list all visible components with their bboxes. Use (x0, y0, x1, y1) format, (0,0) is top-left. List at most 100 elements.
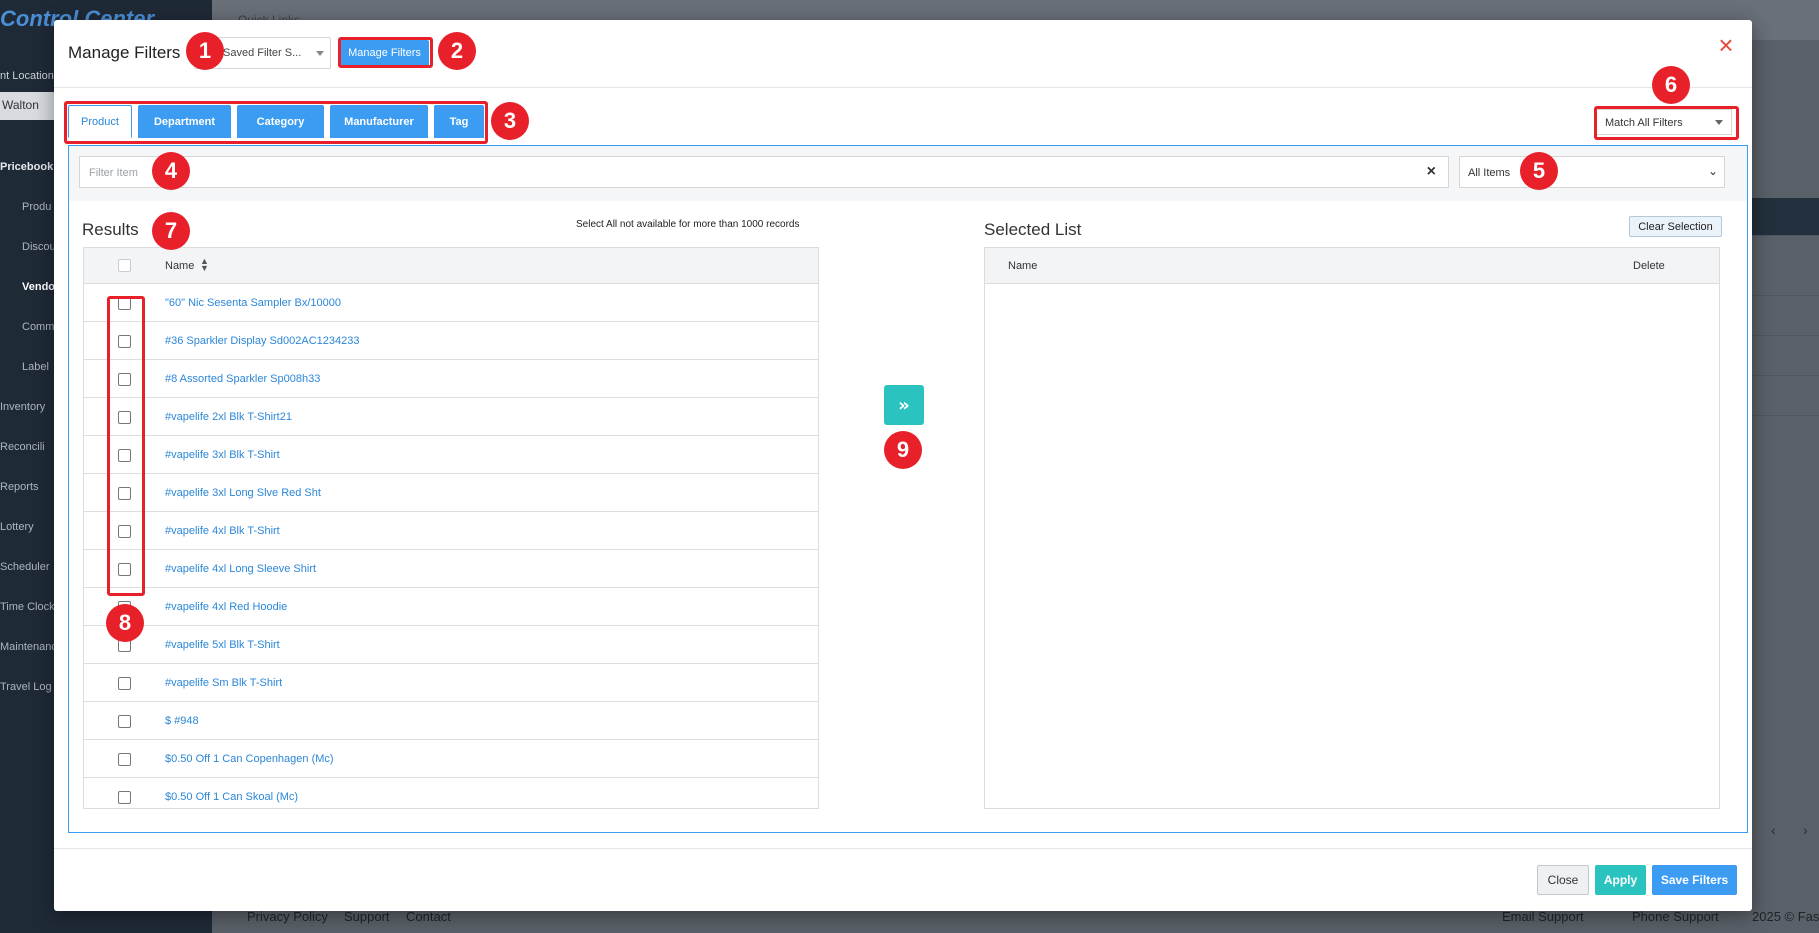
nav-reconciliation[interactable]: Reconcili (0, 441, 45, 453)
select-all-checkbox[interactable] (118, 259, 131, 272)
row-checkbox[interactable] (118, 753, 131, 766)
row-name-link[interactable]: #vapelife 4xl Long Sleeve Shirt (165, 563, 316, 575)
results-note: Select All not available for more than 1… (576, 219, 800, 230)
tab-category[interactable]: Category (237, 105, 324, 138)
modal-footer: Close Apply Save Filters (54, 848, 1752, 911)
modal-header: Manage Filters Saved Filter S... Manage … (54, 20, 1752, 88)
table-row: $0.50 Off 1 Can Copenhagen (Mc) (84, 740, 818, 778)
table-row: #vapelife 4xl Red Hoodie (84, 588, 818, 626)
table-row: #vapelife Sm Blk T-Shirt (84, 664, 818, 702)
row-checkbox[interactable] (118, 487, 131, 500)
row-name-link[interactable]: $ #948 (165, 715, 199, 727)
table-row: $ #948 (84, 702, 818, 740)
annotation-marker-5: 5 (1520, 152, 1558, 190)
row-name-link[interactable]: #36 Sparkler Display Sd002AC1234233 (165, 335, 359, 347)
row-name-link[interactable]: #vapelife 3xl Blk T-Shirt (165, 449, 280, 461)
nav-vendors[interactable]: Vendo (22, 281, 55, 293)
annotation-marker-2: 2 (438, 32, 476, 70)
row-name-link[interactable]: "60" Nic Sesenta Sampler Bx/10000 (165, 297, 341, 309)
email-support-link[interactable]: Email Support (1502, 909, 1584, 924)
nav-comm[interactable]: Comm (22, 321, 54, 333)
sort-icon[interactable]: ▲ ▼ (200, 257, 209, 273)
match-mode-select[interactable]: Match All Filters (1596, 109, 1732, 135)
row-checkbox[interactable] (118, 411, 131, 424)
row-checkbox[interactable] (118, 715, 131, 728)
tab-tag[interactable]: Tag (434, 105, 484, 138)
contact-link[interactable]: Contact (406, 909, 451, 924)
row-name-link[interactable]: #8 Assorted Sparkler Sp008h33 (165, 373, 320, 385)
location-label: nt Location (0, 70, 54, 82)
row-name-link[interactable]: #vapelife 3xl Long Slve Red Sht (165, 487, 321, 499)
clear-input-icon[interactable]: × (1427, 163, 1436, 181)
save-filters-button[interactable]: Save Filters (1652, 865, 1737, 895)
annotation-marker-4: 4 (152, 152, 190, 190)
table-row: #36 Sparkler Display Sd002AC1234233 (84, 322, 818, 360)
table-row: #vapelife 2xl Blk T-Shirt21 (84, 398, 818, 436)
table-row: #vapelife 3xl Long Slve Red Sht (84, 474, 818, 512)
row-checkbox[interactable] (118, 791, 131, 804)
row-checkbox[interactable] (118, 525, 131, 538)
row-name-link[interactable]: #vapelife 4xl Red Hoodie (165, 601, 287, 613)
apply-button[interactable]: Apply (1595, 865, 1646, 895)
row-name-link[interactable]: #vapelife 4xl Blk T-Shirt (165, 525, 280, 537)
annotation-marker-7: 7 (152, 212, 190, 250)
privacy-policy-link[interactable]: Privacy Policy (247, 909, 328, 924)
pager-next-icon[interactable]: › (1803, 822, 1808, 838)
row-name-link[interactable]: $0.50 Off 1 Can Copenhagen (Mc) (165, 753, 334, 765)
nav-discounts[interactable]: Discou (22, 241, 56, 253)
copyright: 2025 © FasTra (1752, 909, 1819, 924)
column-header-name: Name (1008, 260, 1038, 272)
row-checkbox[interactable] (118, 449, 131, 462)
add-to-selected-button[interactable]: » (884, 385, 924, 425)
nav-reports[interactable]: Reports (0, 481, 39, 493)
filter-item-input[interactable]: Filter Item × (79, 156, 1449, 188)
filter-panel: Filter Item × All Items ⌄ Results Select… (68, 145, 1748, 833)
table-row: #vapelife 3xl Blk T-Shirt (84, 436, 818, 474)
annotation-marker-9: 9 (884, 431, 922, 469)
clear-selection-button[interactable]: Clear Selection (1629, 216, 1722, 237)
close-button[interactable]: Close (1537, 865, 1589, 895)
filter-bar: Filter Item × All Items ⌄ (69, 146, 1747, 201)
item-scope-value: All Items (1468, 167, 1511, 179)
annotation-marker-6: 6 (1652, 66, 1690, 104)
support-link[interactable]: Support (344, 909, 390, 924)
tab-department[interactable]: Department (138, 105, 231, 138)
nav-travel-log[interactable]: Travel Log (0, 681, 52, 693)
selected-list-table: Name Delete (984, 247, 1720, 809)
nav-pricebook[interactable]: Pricebook (0, 161, 53, 173)
nav-products[interactable]: Produ (22, 201, 51, 213)
caret-down-icon (1715, 120, 1723, 125)
tab-manufacturer[interactable]: Manufacturer (330, 105, 428, 138)
row-checkbox[interactable] (118, 297, 131, 310)
modal-title: Manage Filters (68, 43, 181, 62)
row-checkbox[interactable] (118, 563, 131, 576)
column-header-name[interactable]: Name (165, 260, 194, 272)
results-table: Name ▲ ▼ "60" Nic Sesenta Sampler Bx/1000… (83, 247, 819, 809)
row-name-link[interactable]: $0.50 Off 1 Can Skoal (Mc) (165, 791, 298, 803)
nav-time-clock[interactable]: Time Clock (0, 601, 55, 613)
row-checkbox[interactable] (118, 677, 131, 690)
row-name-link[interactable]: #vapelife 2xl Blk T-Shirt21 (165, 411, 292, 423)
row-checkbox[interactable] (118, 373, 131, 386)
nav-inventory[interactable]: Inventory (0, 401, 45, 413)
close-icon[interactable]: × (1714, 32, 1738, 58)
annotation-marker-8: 8 (106, 604, 144, 642)
table-row: "60" Nic Sesenta Sampler Bx/10000 (84, 284, 818, 322)
tab-product[interactable]: Product (68, 105, 132, 138)
pager-prev-icon[interactable]: ‹ (1771, 822, 1776, 838)
row-name-link[interactable]: #vapelife 5xl Blk T-Shirt (165, 639, 280, 651)
selected-table-header: Name Delete (985, 248, 1719, 284)
column-header-delete: Delete (1633, 260, 1665, 272)
phone-support-link[interactable]: Phone Support (1632, 909, 1719, 924)
nav-lottery[interactable]: Lottery (0, 521, 34, 533)
row-name-link[interactable]: #vapelife Sm Blk T-Shirt (165, 677, 282, 689)
row-checkbox[interactable] (118, 335, 131, 348)
caret-down-icon (316, 51, 324, 56)
nav-label[interactable]: Label (22, 361, 49, 373)
nav-scheduler[interactable]: Scheduler (0, 561, 50, 573)
annotation-marker-3: 3 (491, 102, 529, 140)
item-scope-select[interactable]: All Items ⌄ (1459, 156, 1725, 188)
manage-filters-button[interactable]: Manage Filters (340, 40, 429, 66)
nav-maintenance[interactable]: Maintenanc (0, 641, 57, 653)
match-mode-value: Match All Filters (1605, 117, 1683, 129)
